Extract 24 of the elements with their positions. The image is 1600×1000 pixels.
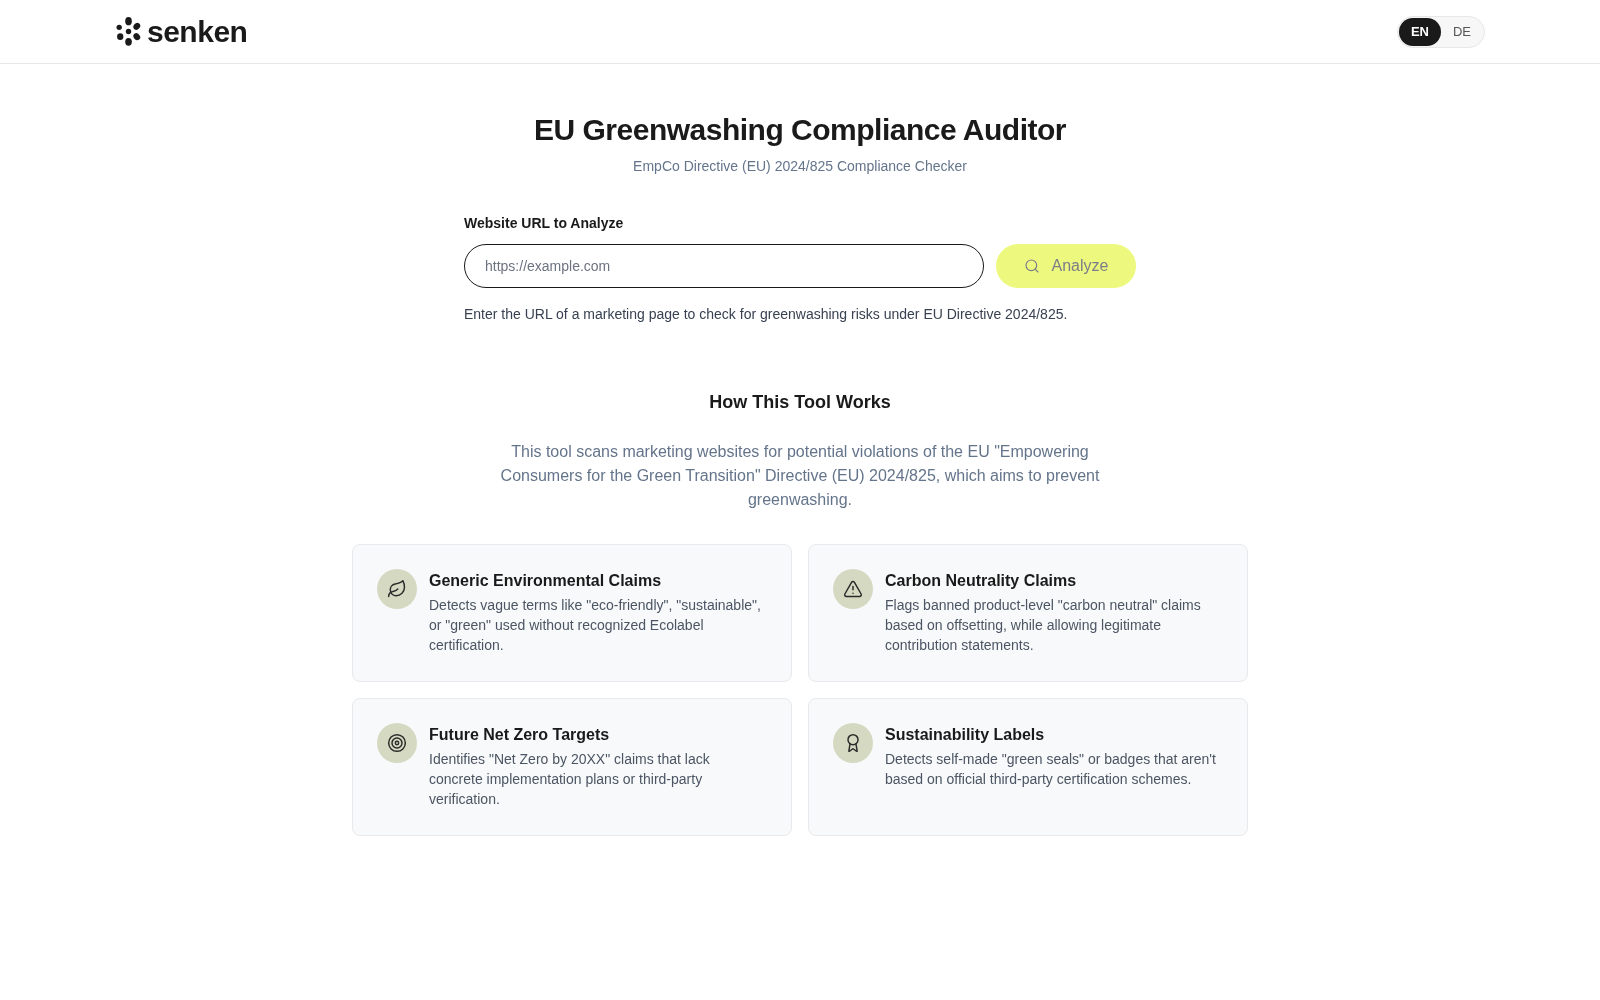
logo-wordmark: senken	[147, 16, 248, 47]
page-subtitle: EmpCo Directive (EU) 2024/825 Compliance Checker	[633, 157, 967, 176]
feature-title: Generic Environmental Claims	[429, 571, 663, 591]
language-tab[interactable]: DE	[1440, 17, 1483, 46]
hint-text: Enter the URL of a marketing page to check for greenwashing risks under EU Directive 2024/825.	[464, 305, 1069, 324]
feature-description: Flags banned product-level "carbon neutral" claims based on offsetting, while allowing legitimate contribution statements.	[885, 596, 1202, 655]
section-description: This tool scans marketing websites for potential violations of the EU "Empowering Consumers for the Green Transition" Directive (EU) 2024/825, which aims to prevent greenwashing.	[499, 442, 1101, 510]
field-label: Website URL to Analyze	[464, 214, 625, 233]
url-input-field[interactable]: https://example.com	[464, 244, 984, 288]
feature-title: Sustainability Labels	[885, 725, 1046, 745]
feature-description: Detects vague terms like "eco-friendly", "sustainable", or "green" used without recognized Ecolabel certification.	[429, 596, 762, 655]
page-title: EU Greenwashing Compliance Auditor	[534, 112, 1066, 148]
search-icon	[1023, 258, 1040, 274]
feature-title: Future Net Zero Targets	[429, 725, 611, 745]
dots-logo-icon	[115, 17, 141, 46]
section-heading: How This Tool Works	[709, 391, 891, 414]
language-tab[interactable]: EN	[1398, 17, 1441, 46]
target-icon	[377, 723, 417, 763]
warning-icon	[833, 569, 873, 609]
ribbon-badge-icon	[833, 723, 873, 763]
feature-title: Carbon Neutrality Claims	[885, 571, 1078, 591]
feature-description: Identifies "Net Zero by 20XX" claims that lack concrete implementation plans or third-party verification.	[429, 750, 711, 809]
leaf-icon	[377, 569, 417, 609]
feature-description: Detects self-made "green seals" or badges that aren't based on official third-party certification schemes.	[885, 750, 1217, 789]
